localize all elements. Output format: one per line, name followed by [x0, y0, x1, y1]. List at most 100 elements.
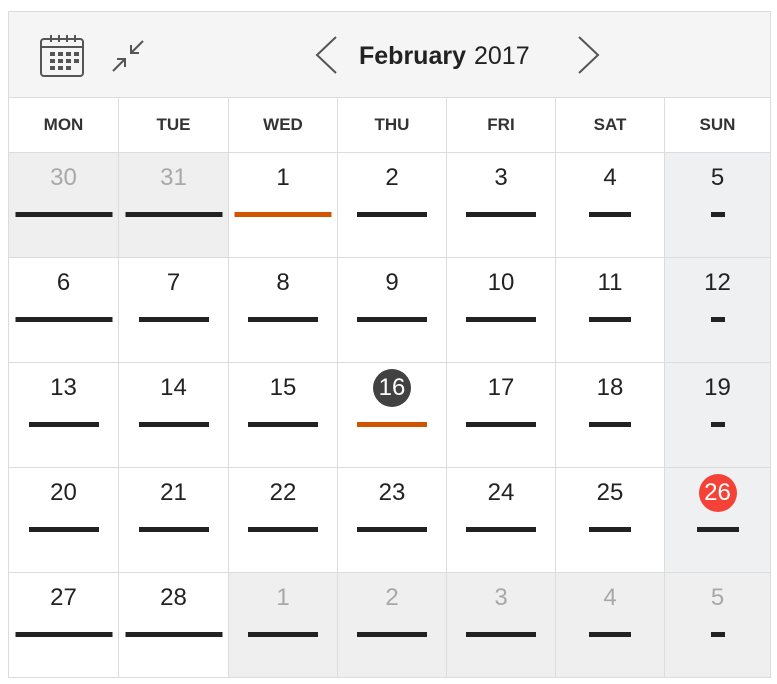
day-cell[interactable]: 13 [9, 363, 119, 467]
day-cell[interactable]: 2 [338, 153, 447, 257]
day-number: 4 [556, 163, 664, 193]
day-cell[interactable]: 14 [119, 363, 229, 467]
event-bar[interactable] [710, 317, 725, 322]
day-cell[interactable]: 28 [119, 573, 229, 677]
day-cell[interactable]: 30 [9, 153, 119, 257]
day-cell[interactable]: 6 [9, 258, 119, 362]
weekday-header: THU [338, 98, 447, 152]
event-bar[interactable] [15, 212, 112, 217]
day-cell[interactable]: 4 [556, 573, 665, 677]
event-bar[interactable] [589, 317, 631, 322]
event-bar[interactable] [589, 212, 631, 217]
day-cell[interactable]: 3 [447, 573, 556, 677]
week-row: 20 21 22 23 24 25 26 [9, 468, 770, 573]
day-cell[interactable]: 12 [665, 258, 770, 362]
collapse-arrows-icon[interactable] [110, 38, 146, 74]
event-bar[interactable] [589, 527, 631, 532]
day-number: 15 [229, 373, 337, 403]
day-cell[interactable]: 15 [229, 363, 338, 467]
week-row: 13 14 15 16 17 18 19 [9, 363, 770, 468]
day-number: 18 [556, 373, 664, 403]
event-bar[interactable] [248, 527, 318, 532]
event-bar[interactable] [357, 212, 427, 217]
calendar-grid-icon[interactable] [39, 34, 85, 78]
event-bar-accent[interactable] [234, 212, 332, 217]
day-cell[interactable]: 31 [119, 153, 229, 257]
event-bar[interactable] [248, 632, 318, 637]
day-cell[interactable]: 19 [665, 363, 770, 467]
event-bar[interactable] [710, 212, 725, 217]
event-bar[interactable] [466, 317, 536, 322]
chevron-right-icon[interactable] [575, 34, 603, 76]
day-cell[interactable]: 5 [665, 153, 770, 257]
event-bar[interactable] [125, 632, 222, 637]
event-bar[interactable] [710, 632, 725, 637]
day-cell[interactable]: 18 [556, 363, 665, 467]
event-bar[interactable] [28, 422, 99, 427]
calendar-grid: MON TUE WED THU FRI SAT SUN 30 31 1 2 3 4 5 6 7 8 9 10 11 1… [9, 98, 770, 677]
day-number-text: 30 [50, 164, 77, 191]
day-cell[interactable]: 9 [338, 258, 447, 362]
day-cell[interactable]: 2 [338, 573, 447, 677]
event-bar[interactable] [466, 422, 536, 427]
event-bar[interactable] [125, 212, 222, 217]
event-bar[interactable] [589, 422, 631, 427]
weekday-header: FRI [447, 98, 556, 152]
day-cell[interactable]: 4 [556, 153, 665, 257]
day-cell[interactable]: 10 [447, 258, 556, 362]
day-number: 21 [119, 478, 228, 508]
day-cell[interactable]: 8 [229, 258, 338, 362]
day-number-text: 22 [269, 479, 297, 506]
day-cell[interactable]: 3 [447, 153, 556, 257]
event-bar[interactable] [248, 317, 318, 322]
day-cell[interactable]: 7 [119, 258, 229, 362]
day-cell[interactable]: 24 [447, 468, 556, 572]
day-number: 6 [9, 268, 118, 298]
event-bar[interactable] [710, 422, 725, 427]
day-number: 13 [9, 373, 118, 403]
day-cell[interactable]: 1 [229, 573, 338, 677]
day-number-text: 5 [710, 584, 725, 611]
event-bar[interactable] [15, 632, 112, 637]
event-bar[interactable] [28, 527, 99, 532]
day-cell[interactable]: 16 [338, 363, 447, 467]
event-bar[interactable] [357, 527, 427, 532]
day-number-text: 9 [385, 269, 399, 296]
event-bar[interactable] [589, 632, 631, 637]
day-cell[interactable]: 27 [9, 573, 119, 677]
week-row: 27 28 1 2 3 4 5 [9, 573, 770, 677]
day-cell[interactable]: 26 [665, 468, 770, 572]
event-bar[interactable] [138, 317, 209, 322]
event-bar[interactable] [696, 527, 739, 532]
month-year-title[interactable]: February 2017 [359, 38, 530, 74]
day-number: 3 [447, 163, 555, 193]
event-bar[interactable] [138, 527, 209, 532]
chevron-left-icon[interactable] [312, 34, 340, 76]
event-bar[interactable] [248, 422, 318, 427]
event-bar-accent[interactable] [357, 422, 427, 427]
day-number-text: 24 [487, 479, 515, 506]
event-bar[interactable] [138, 422, 209, 427]
day-number-text: 31 [160, 164, 187, 191]
day-cell[interactable]: 21 [119, 468, 229, 572]
day-cell[interactable]: 11 [556, 258, 665, 362]
day-number-text: 4 [603, 584, 617, 611]
day-cell[interactable]: 23 [338, 468, 447, 572]
year-label: 2017 [473, 42, 530, 70]
event-bar[interactable] [357, 632, 427, 637]
day-cell[interactable]: 1 [229, 153, 338, 257]
day-cell[interactable]: 25 [556, 468, 665, 572]
day-cell[interactable]: 17 [447, 363, 556, 467]
day-cell[interactable]: 22 [229, 468, 338, 572]
event-bar[interactable] [15, 317, 112, 322]
weekday-header: SUN [699, 115, 736, 134]
event-bar[interactable] [357, 317, 427, 322]
day-number-text: 18 [596, 374, 624, 401]
event-bar[interactable] [466, 527, 536, 532]
day-number: 9 [338, 268, 446, 298]
event-bar[interactable] [466, 212, 536, 217]
event-bar[interactable] [466, 632, 536, 637]
day-number: 3 [447, 583, 555, 613]
day-cell[interactable]: 20 [9, 468, 119, 572]
day-cell[interactable]: 5 [665, 573, 770, 677]
